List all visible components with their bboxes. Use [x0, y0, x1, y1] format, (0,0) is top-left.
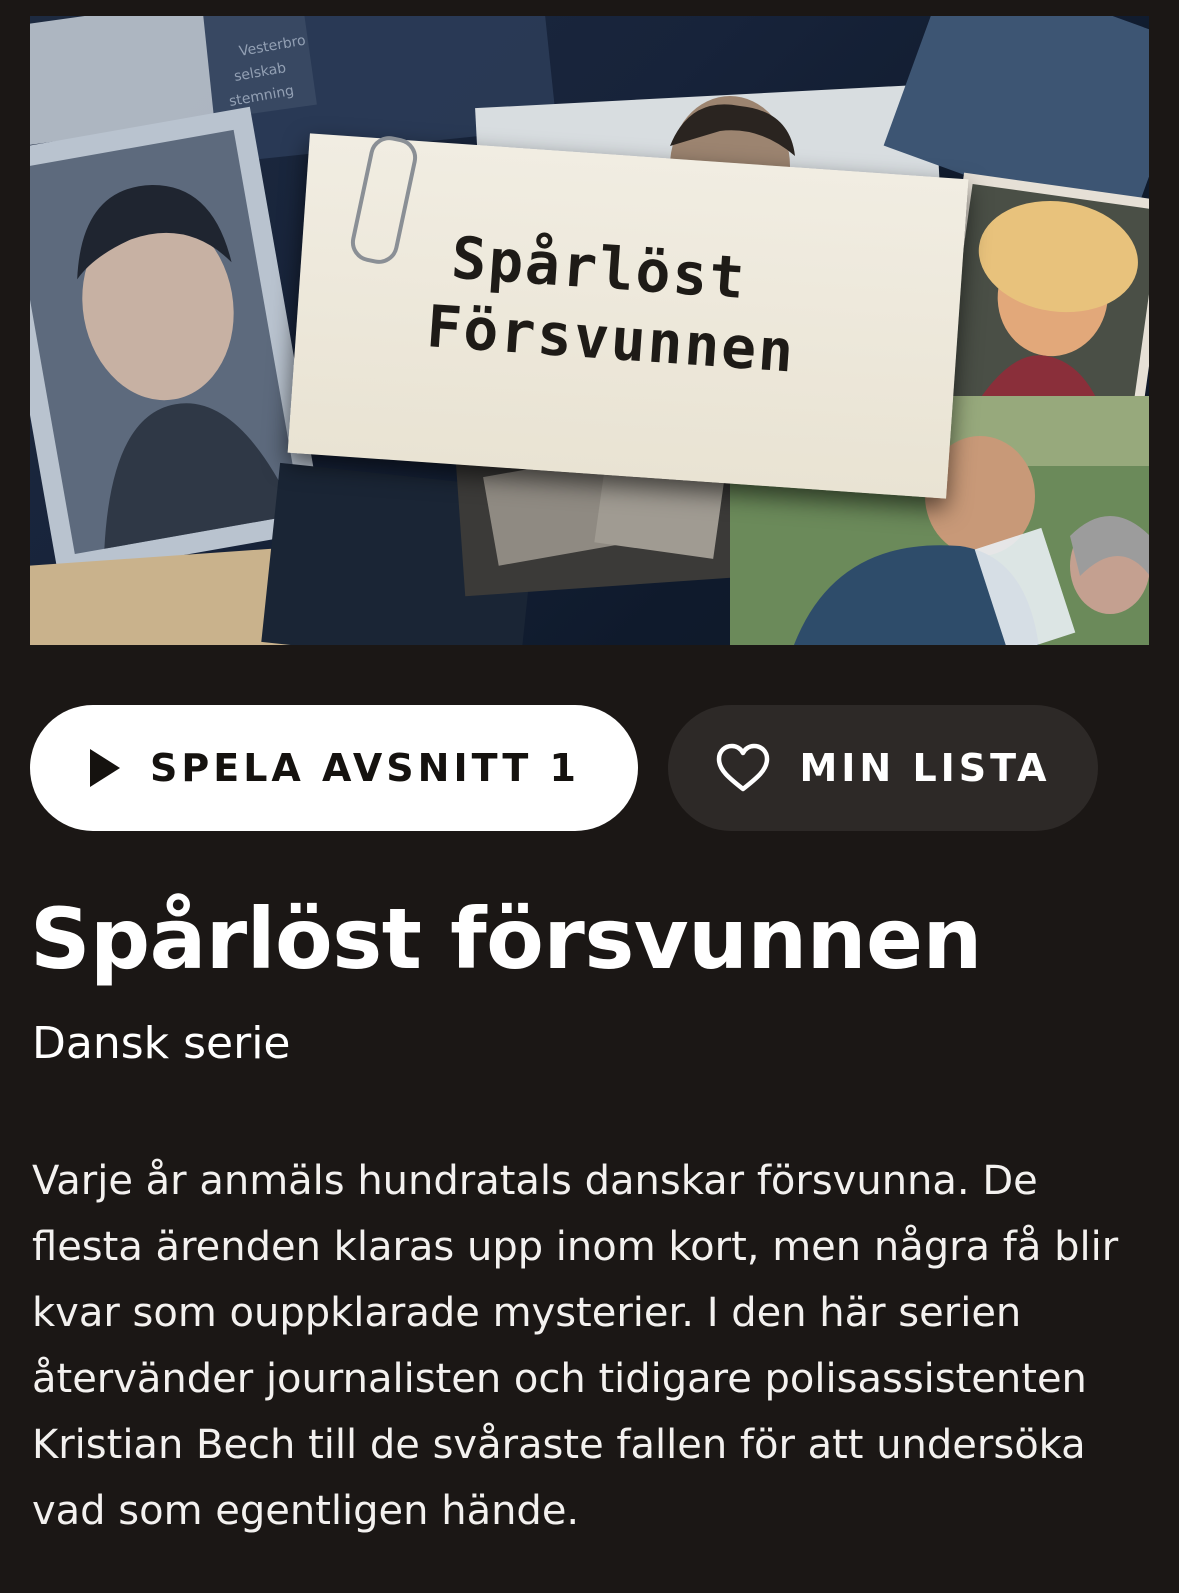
hero-artwork: Vesterbro selskab stemning Spårlöst Förs…	[30, 16, 1149, 645]
my-list-button[interactable]: MIN LISTA	[668, 705, 1098, 831]
page-title: Spårlöst försvunnen	[30, 890, 982, 988]
play-episode-button[interactable]: SPELA AVSNITT 1	[30, 705, 638, 831]
my-list-label: MIN LISTA	[799, 746, 1051, 790]
play-episode-label: SPELA AVSNITT 1	[150, 746, 580, 790]
heart-outline-icon	[715, 743, 771, 793]
series-subtitle: Dansk serie	[32, 1018, 291, 1069]
series-description: Varje år anmäls hundratals danskar försv…	[32, 1158, 1119, 1534]
play-icon	[88, 747, 122, 789]
